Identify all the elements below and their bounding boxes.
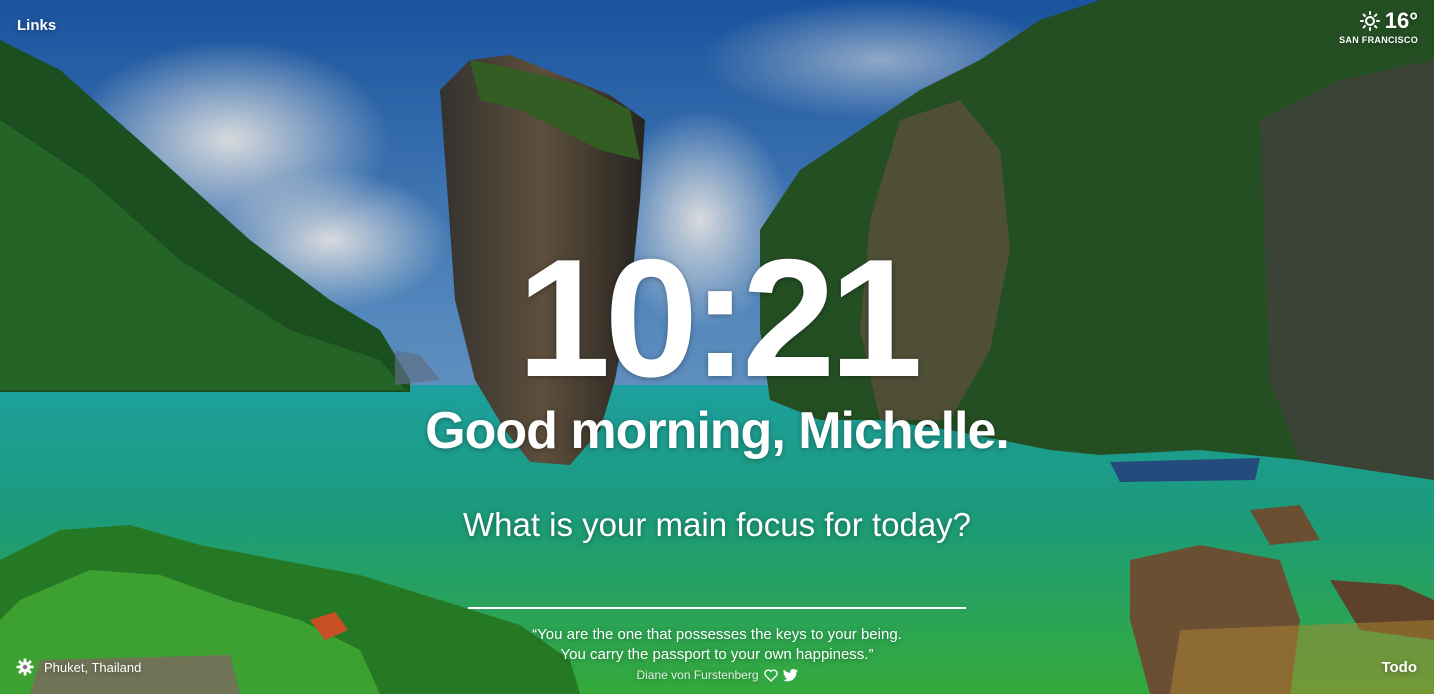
quote-line-1: “You are the one that possesses the keys… [532,626,902,643]
todo-button[interactable]: Todo [1381,659,1417,676]
greeting: Good morning, Michelle. [425,402,1010,460]
photo-location[interactable]: Phuket, Thailand [44,660,141,675]
links-button[interactable]: Links [17,17,56,34]
weather-temperature: 16° [1384,8,1418,33]
heart-icon[interactable] [763,668,778,682]
twitter-icon[interactable] [782,668,798,682]
weather-location: SAN FRANCISCO [1339,35,1418,45]
weather-widget[interactable]: 16° SAN FRANCISCO [1339,8,1418,45]
settings-area[interactable]: Phuket, Thailand [16,658,141,676]
sun-icon [1359,11,1380,31]
focus-question: What is your main focus for today? [462,506,972,543]
gear-icon[interactable] [16,658,34,676]
clock: 10:21 [517,224,923,412]
focus-input[interactable] [468,567,966,609]
quote: “You are the one that possesses the keys… [367,625,1067,682]
quote-line-2: You carry the passport to your own happi… [560,646,874,663]
quote-author: Diane von Furstenberg [636,668,759,682]
